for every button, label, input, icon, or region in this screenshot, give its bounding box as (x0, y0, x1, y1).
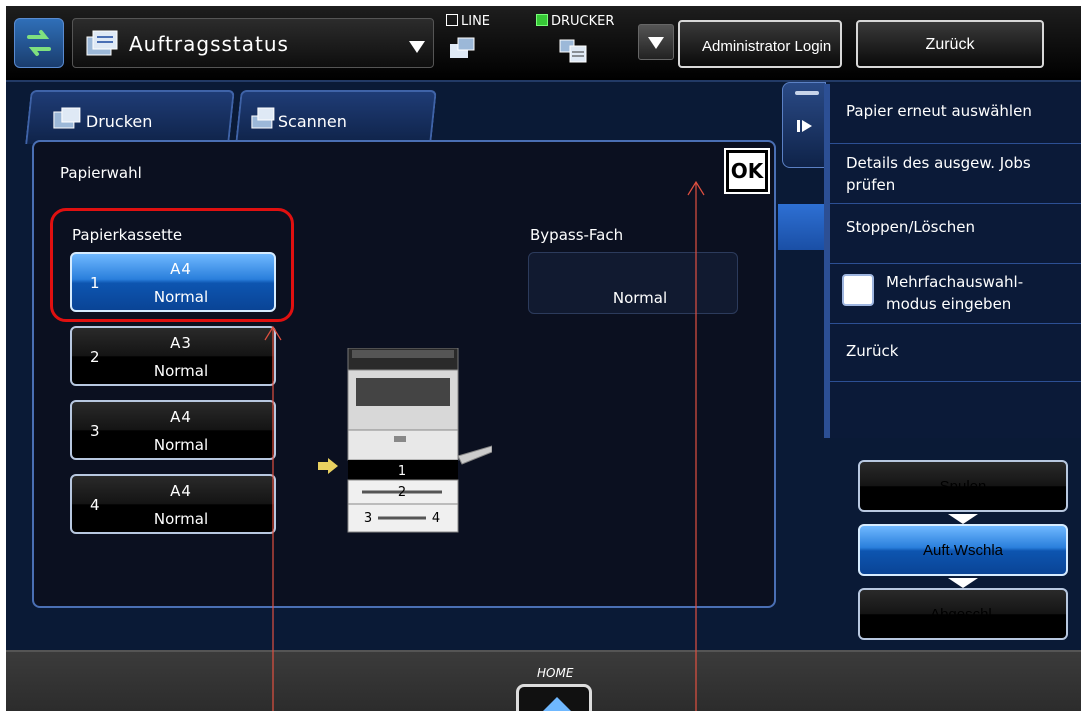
screen: Auftragsstatus LINE DRUCKER Administrato… (6, 6, 1081, 711)
annotation-arrows (264, 180, 705, 711)
